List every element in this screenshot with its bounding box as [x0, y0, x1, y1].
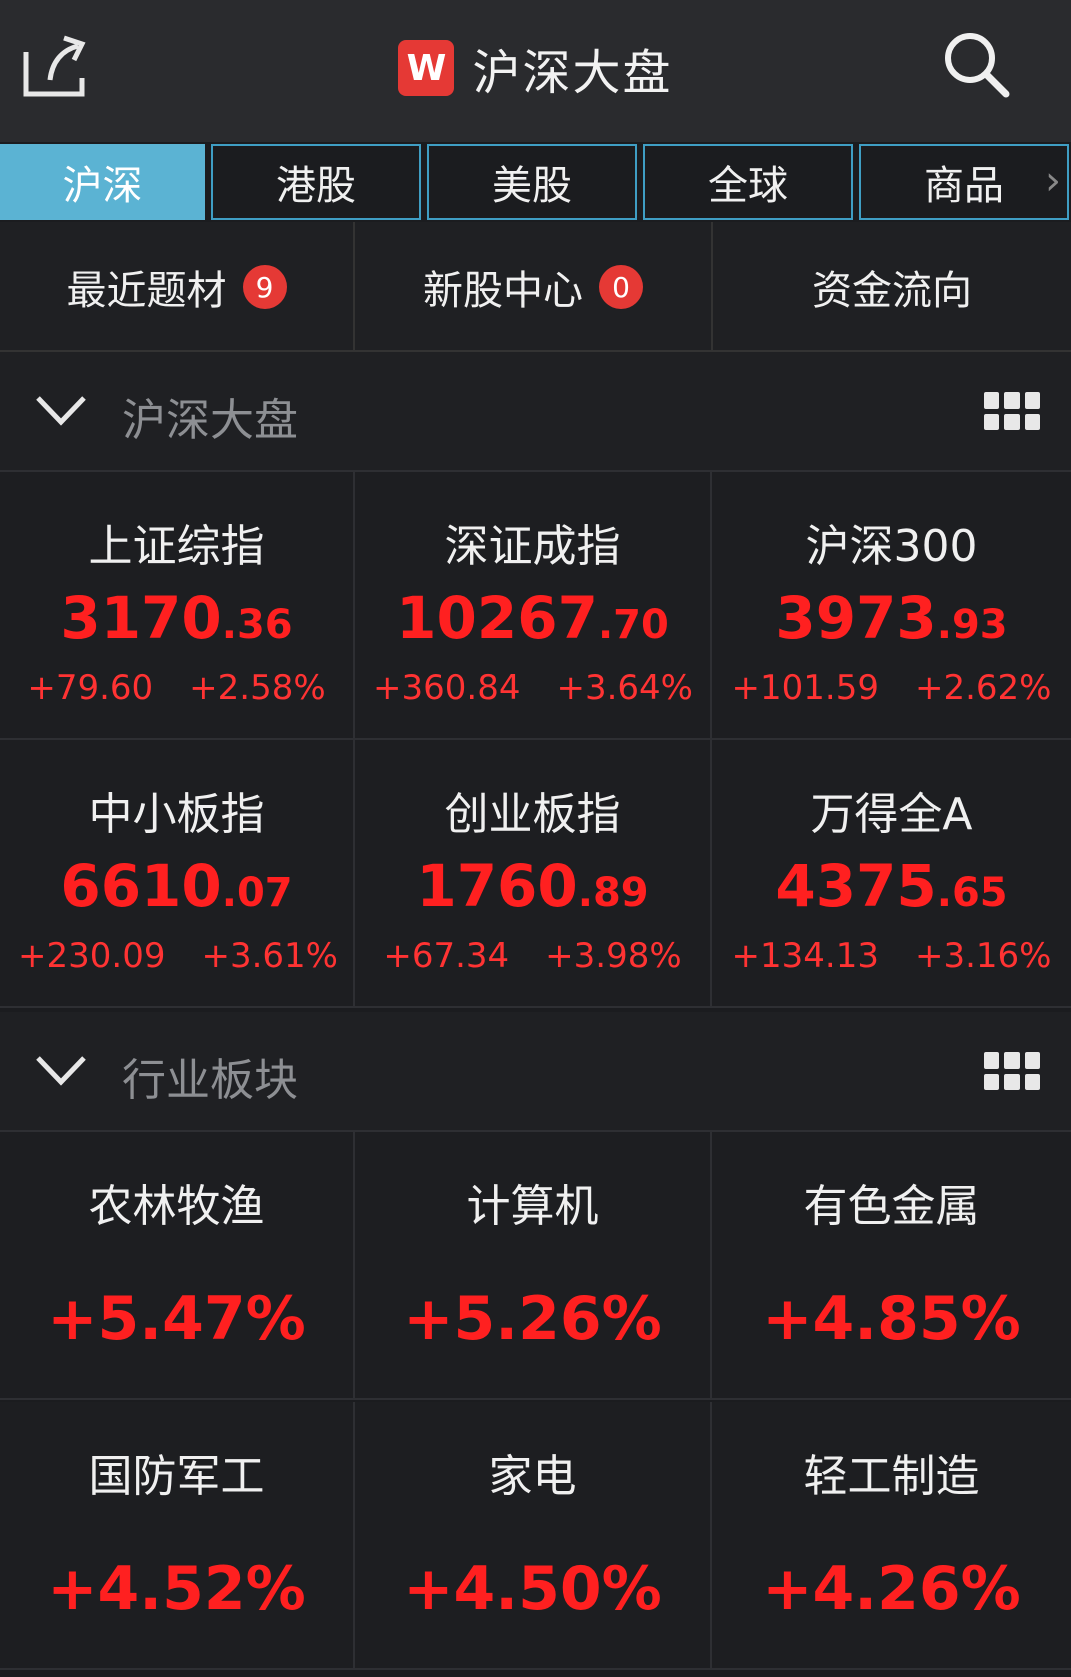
sector-change-pct: +5.47% [47, 1284, 306, 1354]
sector-card[interactable]: 有色金属 +4.85% [712, 1132, 1071, 1400]
sector-name: 农林牧渔 [88, 1181, 265, 1232]
tab-us[interactable]: 美股 [427, 144, 637, 220]
ipo-center-link[interactable]: 新股中心 0 [355, 222, 711, 352]
index-value: 4375.65 [775, 852, 1008, 920]
index-card[interactable]: 沪深300 3973.93 +101.59 +2.62% [712, 472, 1071, 740]
tab-hk[interactable]: 港股 [211, 144, 421, 220]
index-name: 创业板指 [444, 789, 621, 840]
tab-label: 全球 [708, 163, 788, 209]
quick-link-label: 新股中心 [423, 268, 583, 314]
sector-card[interactable]: 轻工制造 +4.26% [712, 1402, 1071, 1670]
index-value: 3170.36 [60, 584, 293, 652]
tab-global[interactable]: 全球 [643, 144, 853, 220]
page-title: 沪深大盘 [472, 45, 673, 101]
index-name: 沪深300 [805, 521, 978, 572]
market-tabs: 沪深 港股 美股 全球 商品 › [0, 142, 1071, 222]
grid-view-icon[interactable] [984, 1052, 1040, 1090]
sector-name: 有色金属 [803, 1181, 980, 1232]
index-value: 3973.93 [775, 584, 1008, 652]
index-value: 1760.89 [416, 852, 649, 920]
index-changes: +67.34 +3.98% [383, 936, 682, 976]
index-name: 中小板指 [88, 789, 265, 840]
title-wrap: W 沪深大盘 [0, 38, 1071, 101]
fund-flow-link[interactable]: 资金流向 [713, 222, 1071, 352]
sector-change-pct: +4.52% [47, 1554, 306, 1624]
index-changes: +360.84 +3.64% [373, 668, 693, 708]
index-changes: +79.60 +2.58% [27, 668, 326, 708]
tab-hushen[interactable]: 沪深 [0, 144, 205, 220]
market-section-header[interactable]: 沪深大盘 [0, 352, 1071, 472]
quick-links: 最近题材 9 新股中心 0 资金流向 [0, 222, 1071, 352]
tab-label: 沪深 [62, 163, 143, 209]
tab-label: 商品 [924, 163, 1004, 209]
index-name: 万得全A [810, 789, 973, 840]
chevron-right-icon: › [1045, 158, 1061, 204]
sector-name: 国防军工 [88, 1451, 265, 1502]
quick-link-label: 最近题材 [66, 268, 227, 314]
section-title: 沪深大盘 [122, 395, 298, 446]
sector-card[interactable]: 计算机 +5.26% [355, 1132, 712, 1400]
index-value: 6610.07 [60, 852, 293, 920]
sector-card[interactable]: 国防军工 +4.52% [0, 1402, 355, 1670]
sector-change-pct: +4.26% [762, 1554, 1021, 1624]
count-badge: 0 [599, 265, 643, 309]
index-name: 上证综指 [88, 521, 265, 572]
sector-change-pct: +4.50% [403, 1554, 662, 1624]
recent-topics-link[interactable]: 最近题材 9 [0, 222, 353, 352]
sector-name: 轻工制造 [803, 1451, 980, 1502]
index-changes: +134.13 +3.16% [731, 936, 1052, 976]
chevron-down-icon[interactable] [34, 390, 88, 430]
index-card[interactable]: 万得全A 4375.65 +134.13 +3.16% [712, 740, 1071, 1008]
index-changes: +230.09 +3.61% [18, 936, 338, 976]
index-changes: +101.59 +2.62% [731, 668, 1052, 708]
chevron-down-icon[interactable] [34, 1050, 88, 1090]
index-card[interactable]: 上证综指 3170.36 +79.60 +2.58% [0, 472, 355, 740]
sector-change-pct: +5.26% [403, 1284, 662, 1354]
index-card[interactable]: 中小板指 6610.07 +230.09 +3.61% [0, 740, 355, 1008]
tab-commodity[interactable]: 商品 › [859, 144, 1069, 220]
quick-link-label: 资金流向 [812, 268, 972, 314]
index-name: 深证成指 [444, 521, 621, 572]
index-value: 10267.70 [396, 584, 669, 652]
wind-logo-icon: W [398, 40, 455, 96]
index-card[interactable]: 创业板指 1760.89 +67.34 +3.98% [355, 740, 712, 1008]
search-icon[interactable] [940, 28, 1012, 100]
sector-card[interactable]: 家电 +4.50% [355, 1402, 712, 1670]
section-title: 行业板块 [122, 1055, 298, 1106]
tab-label: 港股 [276, 163, 356, 209]
grid-view-icon[interactable] [984, 392, 1040, 430]
app-header: W 沪深大盘 [0, 0, 1071, 142]
tab-label: 美股 [492, 163, 572, 209]
sector-name: 计算机 [466, 1181, 599, 1232]
sector-card[interactable]: 农林牧渔 +5.47% [0, 1132, 355, 1400]
industry-section-header[interactable]: 行业板块 [0, 1012, 1071, 1132]
count-badge: 9 [242, 265, 287, 309]
sector-change-pct: +4.85% [762, 1284, 1021, 1354]
sector-name: 家电 [488, 1451, 577, 1502]
index-card[interactable]: 深证成指 10267.70 +360.84 +3.64% [355, 472, 712, 740]
